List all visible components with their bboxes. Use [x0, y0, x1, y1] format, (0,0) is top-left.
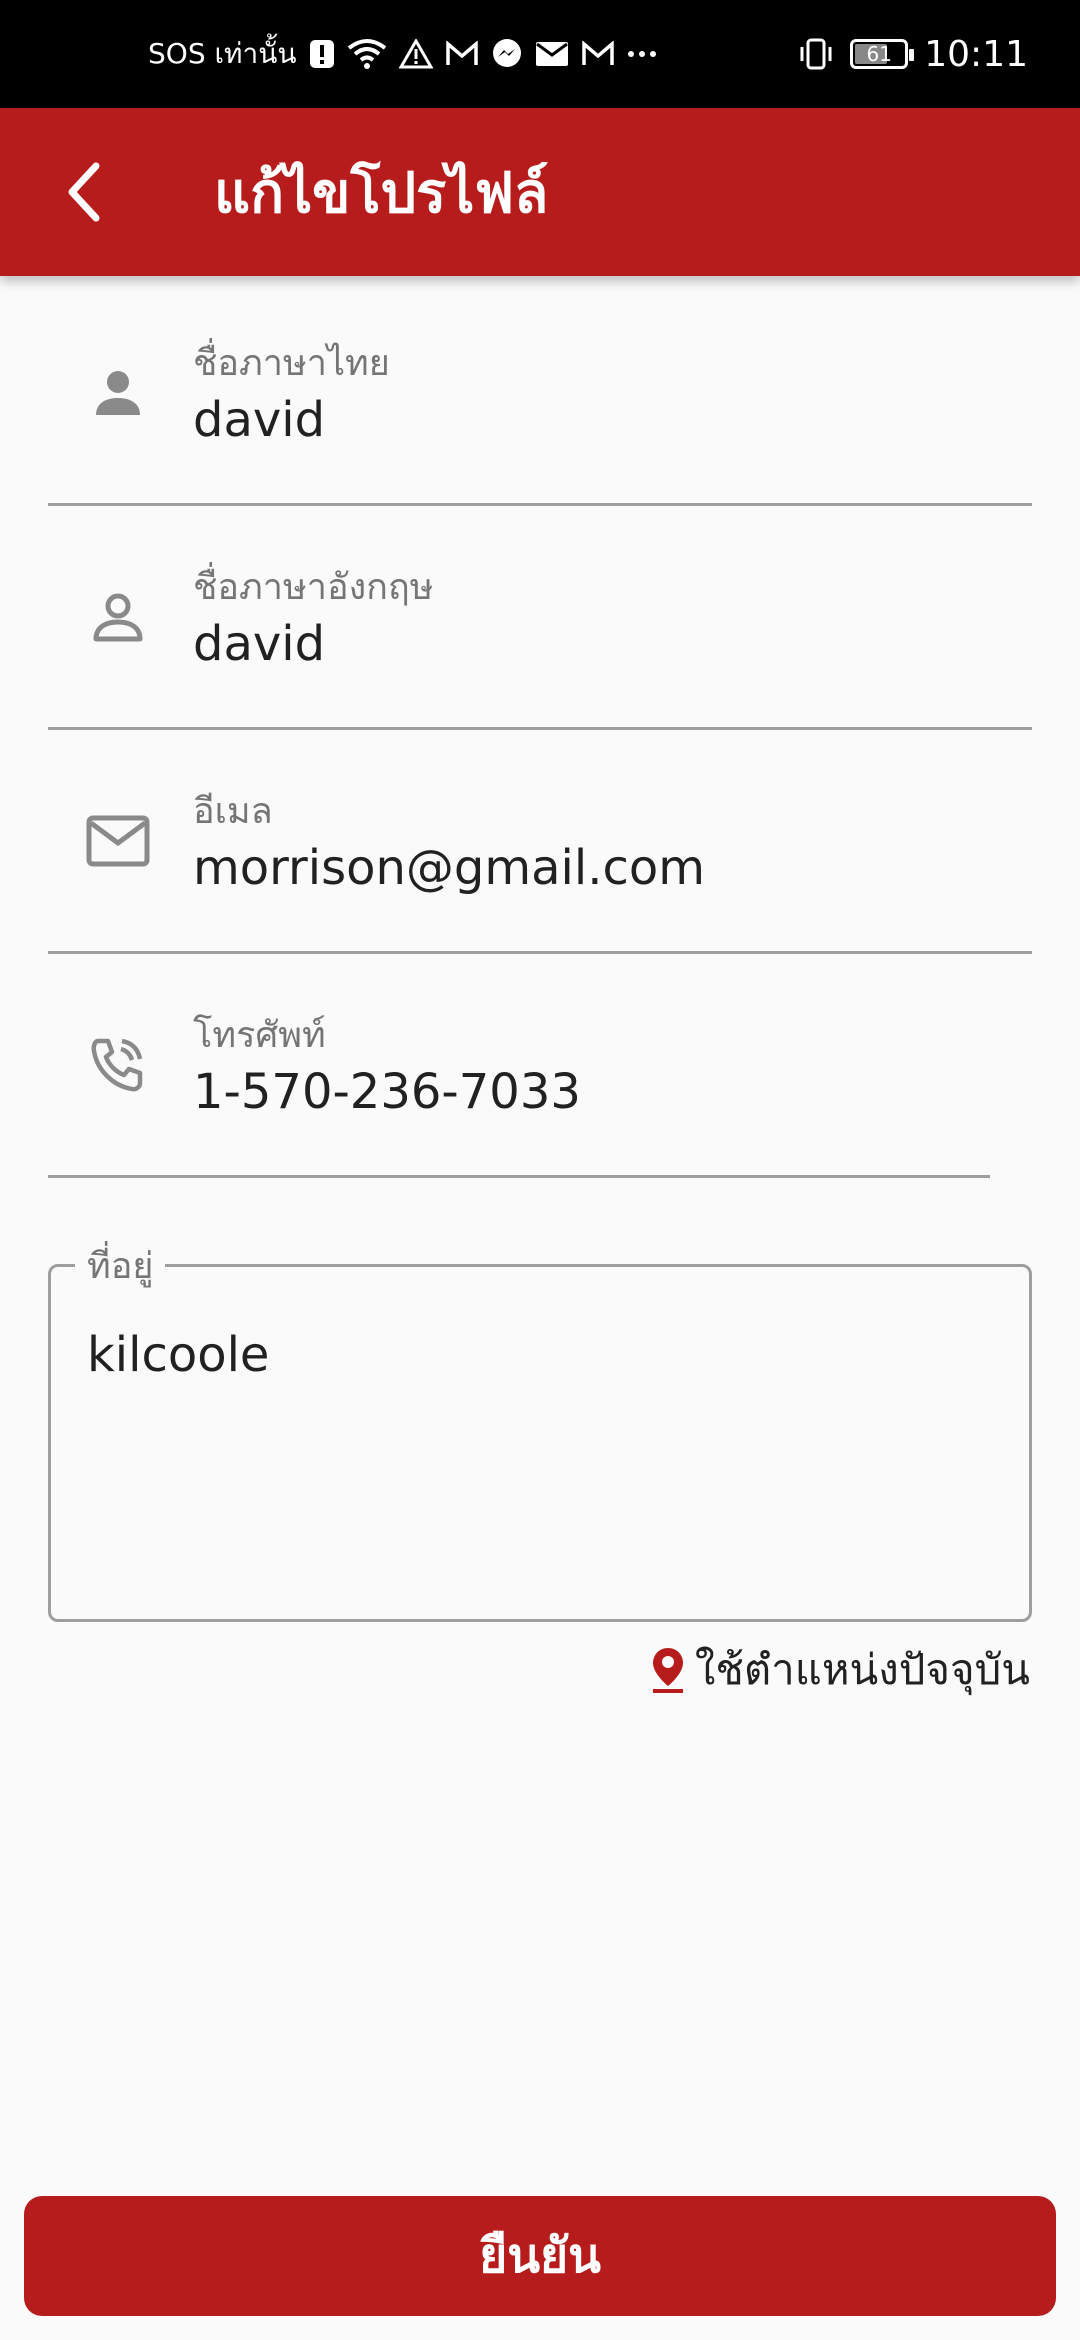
phone-field[interactable]: โทรศัพท์ 1-570-236-7033 [48, 954, 990, 1178]
alert-badge-icon [309, 40, 334, 68]
location-pin-icon [652, 1648, 683, 1693]
back-button[interactable] [0, 108, 168, 276]
gmail-icon [445, 41, 478, 65]
more-icon [627, 51, 656, 57]
page-title: แก้ไขโปรไฟล์ [214, 159, 549, 226]
carrier-text: SOS เท่านั้น [148, 37, 297, 70]
gmail-icon [581, 41, 614, 65]
messenger-icon [492, 39, 521, 67]
mail-icon [86, 730, 150, 951]
confirm-button[interactable]: ยืนยัน [24, 2196, 1056, 2316]
english-name-label: ชื่อภาษาอังกฤษ [193, 567, 434, 608]
use-current-location-button[interactable]: ใช้ตำแหน่งปัจจุบัน [651, 1640, 1030, 1700]
chevron-left-icon [68, 162, 100, 222]
english-name-field[interactable]: ชื่อภาษาอังกฤษ david [48, 506, 1032, 730]
thai-name-field[interactable]: ชื่อภาษาไทย david [48, 282, 1032, 506]
phone-value[interactable]: 1-570-236-7033 [193, 1064, 581, 1120]
phone-icon [86, 954, 150, 1175]
phone-label: โทรศัพท์ [193, 1015, 326, 1056]
person-filled-icon [86, 282, 150, 503]
status-bar-left: SOS เท่านั้น [148, 32, 657, 76]
person-outline-icon [86, 506, 150, 727]
address-field[interactable]: ที่อยู่ kilcoole [48, 1237, 1032, 1622]
address-label: ที่อยู่ [75, 1237, 166, 1294]
battery-icon: 61 [850, 39, 915, 69]
email-value[interactable]: morrison@gmail.com [193, 840, 705, 896]
email-field[interactable]: อีเมล morrison@gmail.com [48, 730, 1032, 954]
confirm-button-label: ยืนยัน [479, 2228, 601, 2284]
vibrate-icon [800, 38, 832, 70]
battery-level: 61 [866, 42, 892, 66]
app-bar: แก้ไขโปรไฟล์ [0, 108, 1080, 276]
english-name-value[interactable]: david [193, 616, 325, 672]
email-label: อีเมล [193, 791, 273, 832]
address-value[interactable]: kilcoole [87, 1327, 269, 1383]
status-bar-right: 61 10:11 [798, 34, 1028, 75]
thai-name-value[interactable]: david [193, 392, 325, 448]
clock: 10:11 [924, 33, 1028, 75]
status-bar: SOS เท่านั้น 61 10:11 [0, 0, 1080, 108]
use-current-location-label: ใช้ตำแหน่งปัจจุบัน [694, 1645, 1030, 1694]
mail-icon [535, 42, 568, 66]
thai-name-label: ชื่อภาษาไทย [193, 343, 390, 384]
wifi-icon [347, 39, 386, 69]
warning-icon [398, 39, 433, 69]
